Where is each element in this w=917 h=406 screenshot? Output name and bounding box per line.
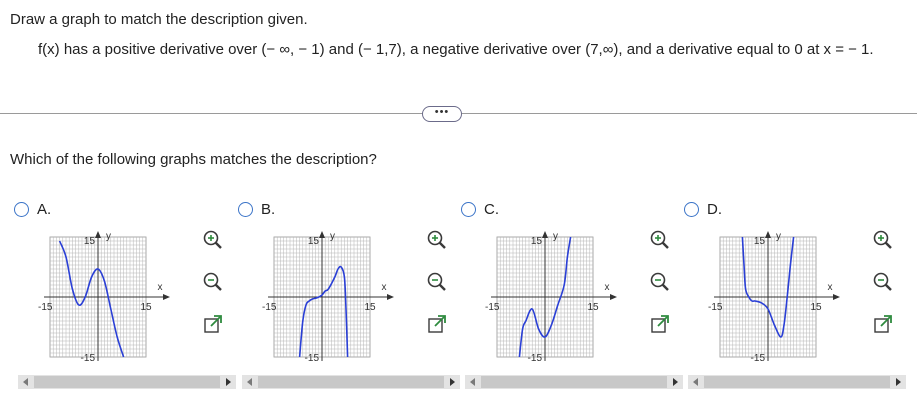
scroll-thumb[interactable] <box>34 376 220 388</box>
y-axis-arrow <box>765 231 771 238</box>
scroll-left-icon[interactable] <box>23 378 28 386</box>
zoom-out-icon[interactable] <box>872 271 894 293</box>
scroll-right-icon[interactable] <box>450 378 455 386</box>
tick-label-x-min: -15 <box>262 302 277 313</box>
tick-label-y-min: -15 <box>751 353 766 364</box>
y-axis-label: y <box>776 231 781 242</box>
y-axis-label: y <box>330 231 335 242</box>
scroll-right-icon[interactable] <box>226 378 231 386</box>
handle <box>438 283 446 291</box>
option-a-label: A. <box>37 201 52 218</box>
problem-description: f(x) has a positive derivative over (− ∞… <box>38 41 874 58</box>
scroll-left-icon[interactable] <box>247 378 252 386</box>
scroll-right-icon[interactable] <box>896 378 901 386</box>
option-a-graph: -15 15 15 -15 x y <box>38 231 170 364</box>
x-axis-label: x <box>158 282 163 293</box>
zoom-in-icon[interactable] <box>649 229 671 251</box>
x-axis-arrow <box>833 294 840 300</box>
scroll-left-icon[interactable] <box>693 378 698 386</box>
scroll-right-icon[interactable] <box>673 378 678 386</box>
zoom-out-icon[interactable] <box>202 271 224 293</box>
tick-label-y-max: 15 <box>308 236 320 247</box>
scroll-thumb[interactable] <box>704 376 890 388</box>
tick-label-x-min: -15 <box>38 302 53 313</box>
x-axis-arrow <box>163 294 170 300</box>
tick-label-x-max: 15 <box>587 302 599 313</box>
zoom-out-icon[interactable] <box>426 271 448 293</box>
tick-label-y-min: -15 <box>528 353 543 364</box>
y-axis-label: y <box>553 231 558 242</box>
x-axis-arrow <box>387 294 394 300</box>
instruction-text: Draw a graph to match the description gi… <box>10 11 308 28</box>
zoom-out-icon[interactable] <box>649 271 671 293</box>
option-d-scrollbar[interactable] <box>688 375 906 389</box>
tick-label-y-max: 15 <box>531 236 543 247</box>
pop-out-icon[interactable] <box>426 313 448 335</box>
tick-label-y-max: 15 <box>84 236 96 247</box>
x-axis-arrow <box>610 294 617 300</box>
option-a-scrollbar[interactable] <box>18 375 236 389</box>
scroll-left-icon[interactable] <box>470 378 475 386</box>
zoom-in-icon[interactable] <box>202 229 224 251</box>
option-d-graph: -15 15 15 -15 x y <box>708 231 840 364</box>
zoom-in-icon[interactable] <box>872 229 894 251</box>
tick-label-y-min: -15 <box>81 353 96 364</box>
option-b-graph: -15 15 15 -15 x y <box>262 231 394 364</box>
option-a[interactable]: A. -15 15 15 -15 x y <box>14 197 236 397</box>
x-axis-label: x <box>828 282 833 293</box>
handle <box>438 241 446 249</box>
handle <box>214 241 222 249</box>
handle <box>661 283 669 291</box>
scroll-thumb[interactable] <box>258 376 444 388</box>
tick-label-x-max: 15 <box>140 302 152 313</box>
handle <box>661 241 669 249</box>
pop-out-icon[interactable] <box>872 313 894 335</box>
handle <box>214 283 222 291</box>
x-axis-label: x <box>382 282 387 293</box>
option-c-scrollbar[interactable] <box>465 375 683 389</box>
y-axis-arrow <box>319 231 325 238</box>
show-more-button[interactable]: ••• <box>422 106 462 122</box>
tick-label-y-min: -15 <box>305 353 320 364</box>
handle <box>884 283 892 291</box>
y-axis-label: y <box>106 231 111 242</box>
zoom-in-icon[interactable] <box>426 229 448 251</box>
tick-label-x-min: -15 <box>485 302 500 313</box>
tick-label-x-min: -15 <box>708 302 723 313</box>
option-c-label: C. <box>484 201 499 218</box>
scroll-thumb[interactable] <box>481 376 667 388</box>
option-b-scrollbar[interactable] <box>242 375 460 389</box>
pop-out-icon[interactable] <box>202 313 224 335</box>
handle <box>884 241 892 249</box>
option-d-radio[interactable] <box>684 202 699 217</box>
y-axis-arrow <box>542 231 548 238</box>
option-b-label: B. <box>261 201 276 218</box>
y-axis-arrow <box>95 231 101 238</box>
pop-out-icon[interactable] <box>649 313 671 335</box>
option-c[interactable]: C. -15 15 15 -15 x y <box>461 197 683 397</box>
option-b-radio[interactable] <box>238 202 253 217</box>
tick-label-x-max: 15 <box>810 302 822 313</box>
option-c-graph: -15 15 15 -15 x y <box>485 231 617 364</box>
option-c-radio[interactable] <box>461 202 476 217</box>
question-text: Which of the following graphs matches th… <box>10 151 377 168</box>
tick-label-y-max: 15 <box>754 236 766 247</box>
option-d-label: D. <box>707 201 722 218</box>
tick-label-x-max: 15 <box>364 302 376 313</box>
option-a-radio[interactable] <box>14 202 29 217</box>
option-d[interactable]: D. -15 15 15 -15 x y <box>684 197 906 397</box>
option-b[interactable]: B. -15 15 15 -15 x y <box>238 197 460 397</box>
x-axis-label: x <box>605 282 610 293</box>
